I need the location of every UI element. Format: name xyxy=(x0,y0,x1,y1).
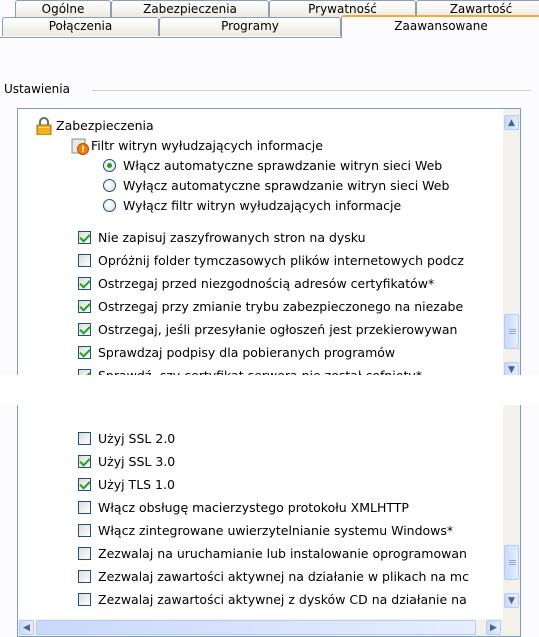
scroll-thumb[interactable] xyxy=(504,545,519,580)
internet-options-dialog-bottom: Użyj SSL 2.0 Użyj SSL 3.0 Użyj TLS 1.0 Włąc… xyxy=(0,405,539,637)
scroll-down-button[interactable]: ▼ xyxy=(504,362,519,375)
checkbox-label: Zezwalaj zawartości aktywnej z dysków CD… xyxy=(98,592,467,607)
phishing-filter-label: Filtr witryn wyłudzających informacje xyxy=(91,138,323,153)
group-label: Ustawienia xyxy=(4,82,74,96)
checkbox-label: Zezwalaj na uruchamianie lub instalowani… xyxy=(98,546,467,561)
checkbox-label: Sprawdź, czy certyfikat serwera nie zost… xyxy=(98,366,422,375)
tab-general[interactable]: Ogólne xyxy=(15,0,111,17)
checkbox-label: Nie zapisuj zaszyfrowanych stron na dysk… xyxy=(98,230,366,245)
chevron-right-icon: ▶ xyxy=(490,622,497,633)
internet-options-dialog-top: Ogólne Zabezpieczenia Prywatność Zawarto… xyxy=(0,0,539,375)
checkbox[interactable] xyxy=(78,524,91,537)
vertical-scrollbar[interactable]: ▲ ▼ xyxy=(503,109,520,375)
checkbox-label: Użyj SSL 3.0 xyxy=(98,454,176,469)
scroll-down-button[interactable]: ▼ xyxy=(504,593,519,608)
shield-warning-icon xyxy=(71,138,89,155)
checkbox[interactable] xyxy=(78,593,91,606)
scroll-up-button[interactable]: ▲ xyxy=(504,115,519,130)
settings-list-continued[interactable]: Użyj SSL 2.0 Użyj SSL 3.0 Użyj TLS 1.0 Włąc… xyxy=(17,405,521,637)
checkbox[interactable] xyxy=(78,346,91,359)
lock-icon xyxy=(36,117,52,135)
radio-button[interactable] xyxy=(103,179,116,192)
radio-button[interactable] xyxy=(103,199,116,212)
scroll-left-button[interactable]: ◀ xyxy=(19,620,34,635)
settings-list[interactable]: Zabezpieczenia Filtr witryn wyłudzającyc… xyxy=(17,108,521,375)
checkbox[interactable] xyxy=(78,300,91,313)
scroll-thumb[interactable] xyxy=(504,314,519,349)
checkbox[interactable] xyxy=(78,254,91,267)
chevron-left-icon: ◀ xyxy=(23,622,30,633)
checkbox[interactable] xyxy=(78,369,91,375)
scrollbar-corner xyxy=(503,619,520,636)
checkbox-label: Włącz obsługę macierzystego protokołu XM… xyxy=(98,500,409,515)
checkbox[interactable] xyxy=(78,547,91,560)
scroll-right-button[interactable]: ▶ xyxy=(486,620,501,635)
checkbox-label: Użyj TLS 1.0 xyxy=(98,477,175,492)
checkbox-label: Sprawdzaj podpisy dla pobieranych progra… xyxy=(98,345,396,360)
checkbox[interactable] xyxy=(78,570,91,583)
checkbox-label: Ostrzegaj, jeśli przesyłanie ogłoszeń je… xyxy=(98,322,458,337)
radio-label: Wyłącz automatyczne sprawdzanie witryn s… xyxy=(123,178,450,193)
checkbox-label: Opróżnij folder tymczasowych plików inte… xyxy=(98,253,464,268)
checkbox-label: Ostrzegaj przed niezgodnością adresów ce… xyxy=(98,276,435,291)
vertical-scrollbar[interactable]: ▼ xyxy=(503,405,520,619)
checkbox-label: Użyj SSL 2.0 xyxy=(98,431,176,446)
horizontal-scrollbar[interactable]: ◀ ▶ xyxy=(18,619,503,636)
checkbox-label: Zezwalaj zawartości aktywnej na działani… xyxy=(98,569,469,584)
checkbox[interactable] xyxy=(78,455,91,468)
tab-security[interactable]: Zabezpieczenia xyxy=(111,0,269,17)
checkbox[interactable] xyxy=(78,432,91,445)
checkbox[interactable] xyxy=(78,323,91,336)
checkbox[interactable] xyxy=(78,478,91,491)
tab-connections[interactable]: Połączenia xyxy=(2,17,159,36)
checkbox-label: Włącz zintegrowane uwierzytelnianie syst… xyxy=(98,523,454,538)
chevron-up-icon: ▲ xyxy=(508,117,515,128)
tab-advanced[interactable]: Zaawansowane xyxy=(341,15,539,38)
checkbox[interactable] xyxy=(78,231,91,244)
chevron-down-icon: ▼ xyxy=(508,364,515,375)
tab-programs[interactable]: Programy xyxy=(159,17,341,36)
radio-button[interactable] xyxy=(103,159,116,172)
checkbox[interactable] xyxy=(78,277,91,290)
horizontal-scroll-thumb[interactable] xyxy=(36,620,476,635)
radio-label: Włącz automatyczne sprawdzanie witryn si… xyxy=(123,158,443,173)
radio-label: Wyłącz filtr witryn wyłudzających inform… xyxy=(123,198,402,213)
group-rule xyxy=(92,90,531,91)
chevron-down-icon: ▼ xyxy=(508,595,515,606)
section-label: Zabezpieczenia xyxy=(56,118,154,133)
checkbox[interactable] xyxy=(78,501,91,514)
checkbox-label: Ostrzegaj przy zmianie trybu zabezpieczo… xyxy=(98,299,464,314)
